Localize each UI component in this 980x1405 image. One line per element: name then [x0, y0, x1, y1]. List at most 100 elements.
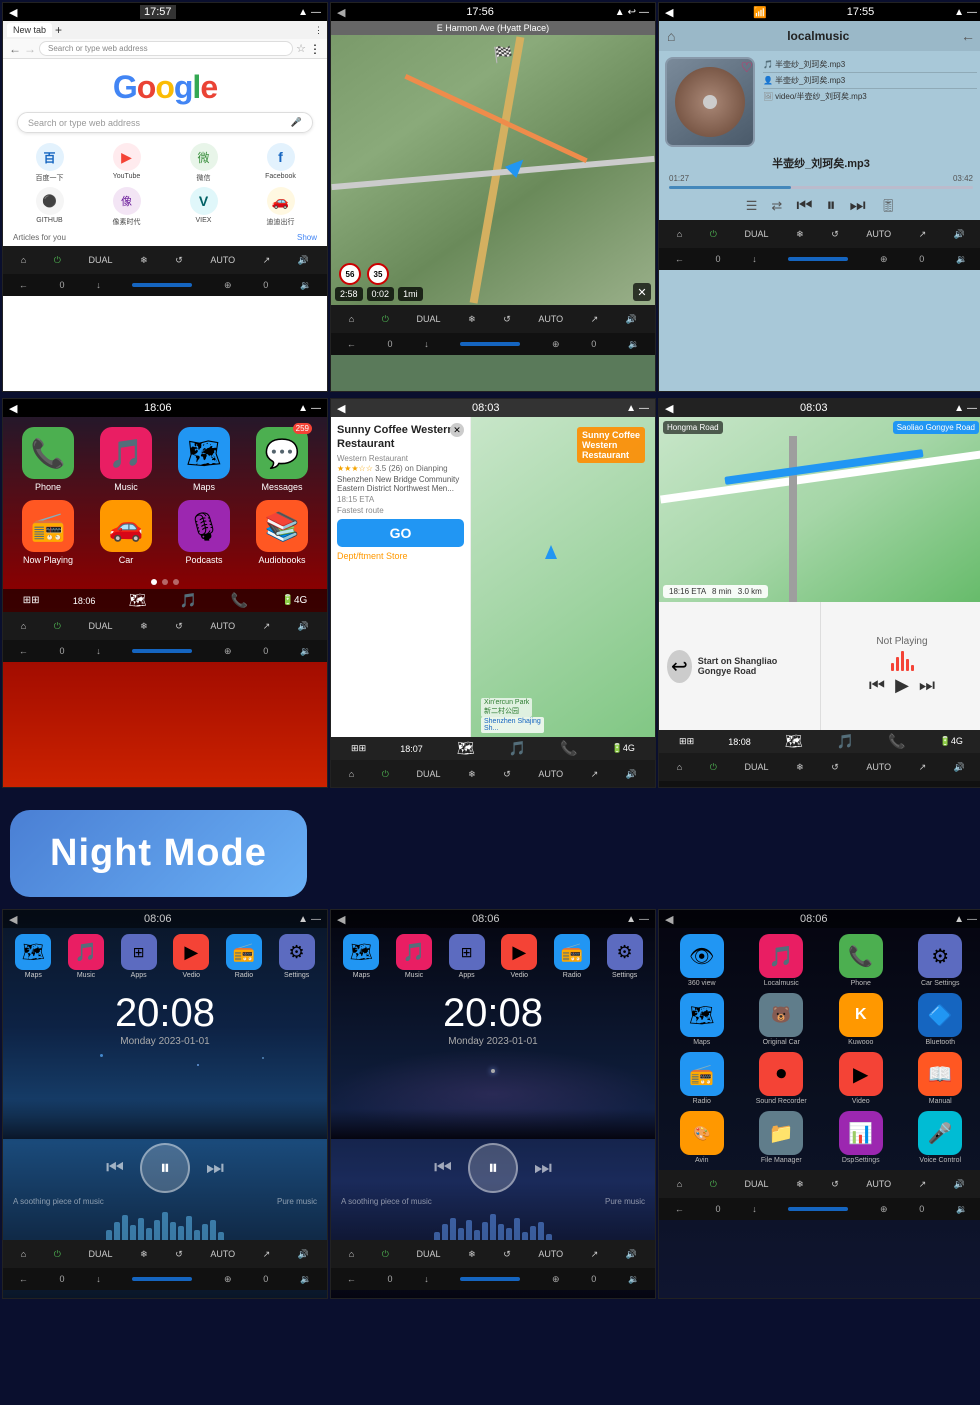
- go-button[interactable]: GO: [337, 519, 464, 547]
- night-app-radio-2[interactable]: 📻 Radio: [554, 934, 590, 979]
- song-item-1[interactable]: 🎵 半壶纱_刘珂矣.mp3: [763, 57, 977, 73]
- app-audiobooks[interactable]: 📚 Audiobooks: [247, 500, 317, 565]
- temp-slider[interactable]: [132, 283, 192, 287]
- loop-icon[interactable]: ↺: [175, 255, 183, 266]
- night-app-maps-2[interactable]: 🗺 Maps: [343, 934, 379, 979]
- shortcut-github[interactable]: ⚫ GITHUB: [13, 187, 86, 227]
- map-icon-5[interactable]: 🗺: [457, 740, 475, 757]
- prev-btn[interactable]: ⏮: [796, 195, 812, 216]
- shuffle-icon[interactable]: ⇄: [771, 198, 782, 214]
- shortcut-facebook[interactable]: f Facebook: [244, 143, 317, 183]
- pause-btn-8[interactable]: ⏸: [468, 1143, 518, 1193]
- next-btn-6[interactable]: ⏭: [919, 675, 935, 696]
- vol-down[interactable]: 🔉: [300, 280, 311, 291]
- phone-mini-icon[interactable]: 📞: [231, 592, 248, 609]
- close-detail-btn[interactable]: ✕: [450, 423, 464, 437]
- dot-3[interactable]: [173, 579, 179, 585]
- grid-app-originalcar[interactable]: 🐻 Original Car: [745, 993, 819, 1046]
- nav-back[interactable]: ←: [9, 42, 21, 56]
- night-app-video-2[interactable]: ▶ Vedio: [501, 934, 537, 979]
- map-area[interactable]: 56 35 🏁 2:58 0:02 1mi ✕: [331, 35, 655, 305]
- night-app-settings-2[interactable]: ⚙ Settings: [607, 934, 643, 979]
- dot-1[interactable]: [151, 579, 157, 585]
- music-mini-icon[interactable]: 🎵: [180, 592, 197, 609]
- grid-app-manual[interactable]: 📖 Manual: [904, 1052, 978, 1105]
- temp-down[interactable]: ↓: [96, 280, 101, 290]
- grid-app-phone[interactable]: 📞 Phone: [824, 934, 898, 987]
- grid-app-360[interactable]: 👁 360 view: [665, 934, 739, 987]
- grid-app-dspsettings[interactable]: 📊 DspSettings: [824, 1111, 898, 1164]
- night-app-music-2[interactable]: 🎵 Music: [396, 934, 432, 979]
- night-app-apps[interactable]: ⊞ Apps: [121, 934, 157, 979]
- music-back-btn[interactable]: ←: [961, 28, 975, 44]
- home-btn[interactable]: ⌂: [21, 255, 26, 265]
- grid-app-video[interactable]: ▶ Video: [824, 1052, 898, 1105]
- back-arrow-2[interactable]: ◀: [337, 6, 345, 19]
- prev-btn-6[interactable]: ⏮: [869, 675, 885, 696]
- grid-app-localmusic[interactable]: 🎵 Localmusic: [745, 934, 819, 987]
- app-phone[interactable]: 📞 Phone: [13, 427, 83, 492]
- app-messages[interactable]: 💬 259 Messages: [247, 427, 317, 492]
- star-icon[interactable]: ☆: [296, 42, 306, 55]
- prev-btn-7[interactable]: ⏮: [106, 1157, 124, 1180]
- prev-btn-8[interactable]: ⏮: [434, 1157, 452, 1180]
- eq-icon[interactable]: 🎚: [880, 198, 897, 214]
- split-map[interactable]: Saoliao Gongye Road Hongma Road 18:16 ET…: [659, 417, 980, 602]
- heart-icon[interactable]: ♡: [740, 59, 753, 76]
- app-car[interactable]: 🚗 Car: [91, 500, 161, 565]
- nav-map-area[interactable]: Sunny CoffeeWesternRestaurant Xin'ercun …: [471, 417, 655, 737]
- grid-app-carsettings[interactable]: ⚙ Car Settings: [904, 934, 978, 987]
- pause-btn-7[interactable]: ⏸: [140, 1143, 190, 1193]
- back-arrow-3[interactable]: ◀: [665, 6, 673, 19]
- progress-bar[interactable]: [669, 186, 973, 189]
- night-app-video[interactable]: ▶ Vedio: [173, 934, 209, 979]
- play-btn-6[interactable]: ▶: [895, 675, 909, 696]
- more-btn-2[interactable]: ⋮: [309, 42, 321, 56]
- new-tab-btn[interactable]: +: [55, 23, 62, 37]
- shortcut-viex[interactable]: V VIEX: [167, 187, 240, 227]
- shortcut-pixel[interactable]: 像 像素时代: [90, 187, 163, 227]
- app-podcasts[interactable]: 🎙 Podcasts: [169, 500, 239, 565]
- mic-icon[interactable]: 🎤: [291, 117, 302, 128]
- app-music[interactable]: 🎵 Music: [91, 427, 161, 492]
- night-app-settings[interactable]: ⚙ Settings: [279, 934, 315, 979]
- fan-icon[interactable]: ⊕: [224, 280, 232, 291]
- shortcut-youtube[interactable]: ▶ YouTube: [90, 143, 163, 183]
- night-app-maps[interactable]: 🗺 Maps: [15, 934, 51, 979]
- grid-app-recorder[interactable]: ⏺ Sound Recorder: [745, 1052, 819, 1105]
- next-btn[interactable]: ⏭: [850, 195, 866, 216]
- pause-btn[interactable]: ⏸: [827, 195, 836, 216]
- night-app-music[interactable]: 🎵 Music: [68, 934, 104, 979]
- grid-app-avin[interactable]: 🎨 Avin: [665, 1111, 739, 1164]
- volume-icon[interactable]: 🔊: [298, 255, 309, 266]
- temp-slider-2[interactable]: [460, 342, 520, 346]
- phone-icon-5[interactable]: 📞: [560, 740, 577, 757]
- back-btn[interactable]: ←: [19, 280, 28, 290]
- snowflake-icon[interactable]: ❄: [140, 255, 148, 266]
- next-btn-7[interactable]: ⏭: [206, 1157, 224, 1180]
- next-btn-8[interactable]: ⏭: [534, 1157, 552, 1180]
- app-nowplaying[interactable]: 📻 Now Playing: [13, 500, 83, 565]
- arrow-icon[interactable]: ↗: [263, 255, 271, 266]
- app-maps[interactable]: 🗺 Maps: [169, 427, 239, 492]
- url-bar[interactable]: Search or type web address: [39, 41, 293, 56]
- grid-icon[interactable]: ⊞⊞: [23, 595, 40, 606]
- grid-app-radio[interactable]: 📻 Radio: [665, 1052, 739, 1105]
- shortcut-didi[interactable]: 🚗 迪迪出行: [244, 187, 317, 227]
- google-search-bar[interactable]: Search or type web address 🎤: [17, 112, 313, 133]
- more-btn[interactable]: ⋮: [314, 25, 323, 36]
- dot-2[interactable]: [162, 579, 168, 585]
- power-btn[interactable]: ⏻: [54, 255, 61, 266]
- grid-app-maps[interactable]: 🗺 Maps: [665, 993, 739, 1046]
- grid-app-voicecontrol[interactable]: 🎤 Voice Control: [904, 1111, 978, 1164]
- night-app-apps-2[interactable]: ⊞ Apps: [449, 934, 485, 979]
- song-item-2[interactable]: 👤 半壶纱_刘珂矣.mp3: [763, 73, 977, 89]
- shortcut-baidu[interactable]: 百 百度一下: [13, 143, 86, 183]
- back-arrow[interactable]: ◀: [9, 6, 17, 19]
- grid-icon-5[interactable]: ⊞⊞: [351, 743, 366, 754]
- map-mini-icon[interactable]: 🗺: [129, 592, 147, 609]
- shortcut-wechat[interactable]: 微 微信: [167, 143, 240, 183]
- grid-app-bluetooth[interactable]: 🔷 Bluetooth: [904, 993, 978, 1046]
- power-btn-2[interactable]: ⏻: [382, 314, 389, 325]
- home-btn-2[interactable]: ⌂: [349, 314, 354, 324]
